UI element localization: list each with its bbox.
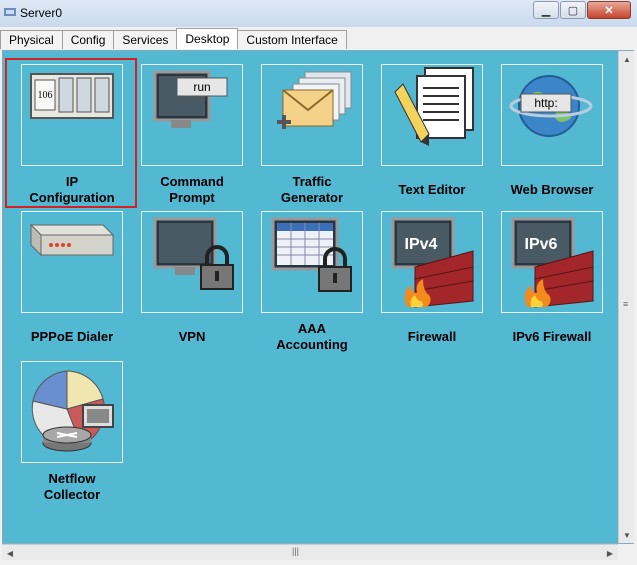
app-text-editor[interactable]: Text Editor <box>371 64 493 204</box>
app-label: VPN <box>178 329 206 344</box>
app-label-line1: Command <box>160 174 224 189</box>
app-label: Web Browser <box>510 182 594 197</box>
http-text: http: <box>534 96 557 110</box>
maximize-button[interactable]: ▢ <box>560 1 586 19</box>
desktop-panel: 106 IP Configuration run Command Prompt … <box>2 50 634 544</box>
tab-custom-interface[interactable]: Custom Interface <box>237 30 347 49</box>
firewall-icon: IPv4 <box>391 217 474 308</box>
app-traffic-generator[interactable]: Traffic Generator <box>251 64 373 205</box>
app-label-line2: Prompt <box>169 190 215 205</box>
traffic-generator-icon <box>277 71 352 129</box>
tab-config[interactable]: Config <box>61 30 115 49</box>
vertical-scrollbar[interactable]: ▲ ≡ ▼ <box>618 51 634 543</box>
app-aaa-accounting[interactable]: AAA Accounting <box>251 211 373 352</box>
title-bar: Server0 ▁ ▢ ✕ <box>0 0 637 27</box>
aaa-accounting-icon <box>271 217 352 292</box>
tab-desktop[interactable]: Desktop <box>176 28 239 49</box>
tab-services[interactable]: Services <box>113 30 178 49</box>
app-label-line2: Collector <box>43 487 101 502</box>
close-button[interactable]: ✕ <box>587 1 631 19</box>
netflow-collector-icon <box>31 370 114 452</box>
minimize-button[interactable]: ▁ <box>533 1 559 19</box>
app-netflow-collector[interactable]: Netflow Collector <box>11 361 133 502</box>
app-command-prompt[interactable]: run Command Prompt <box>131 64 253 205</box>
run-text: run <box>193 80 210 94</box>
ipv6-firewall-icon: IPv6 <box>511 217 594 308</box>
app-firewall[interactable]: IPv4 Firewall <box>371 211 493 351</box>
scroll-right-icon[interactable]: ▶ <box>602 545 618 561</box>
app-vpn[interactable]: VPN <box>131 211 253 351</box>
app-web-browser[interactable]: http: Web Browser <box>491 64 613 204</box>
firewall-badge: IPv4 <box>405 236 438 253</box>
hscroll-grip-icon: ||| <box>292 546 300 556</box>
ipv6-firewall-badge: IPv6 <box>525 236 558 253</box>
app-ipv6-firewall[interactable]: IPv6 IPv6 Firewall <box>491 211 613 351</box>
app-label-line2: Accounting <box>276 337 348 352</box>
tab-bar: Physical Config Services Desktop Custom … <box>0 28 347 50</box>
tab-physical[interactable]: Physical <box>0 30 63 49</box>
app-label: IPv6 Firewall <box>512 329 592 344</box>
scroll-down-icon[interactable]: ▼ <box>619 527 635 543</box>
app-label-line1: Netflow <box>48 471 96 486</box>
app-label: Text Editor <box>398 182 466 197</box>
pppoe-dialer-icon <box>29 223 115 257</box>
scroll-grip-icon: ≡ <box>623 299 629 309</box>
app-label-line1: AAA <box>297 321 327 336</box>
app-label: PPPoE Dialer <box>30 329 114 344</box>
app-pppoe-dialer[interactable]: PPPoE Dialer <box>11 211 133 351</box>
scroll-up-icon[interactable]: ▲ <box>619 51 635 67</box>
vpn-icon <box>153 217 234 290</box>
selection-highlight <box>5 58 137 208</box>
window-title: Server0 <box>20 6 63 20</box>
horizontal-scrollbar[interactable]: ◀ ||| ▶ <box>2 544 618 560</box>
scroll-left-icon[interactable]: ◀ <box>2 545 18 561</box>
app-label-line1: Traffic <box>292 174 332 189</box>
text-editor-icon <box>394 67 474 146</box>
server-app-icon <box>4 8 16 16</box>
command-prompt-icon: run <box>153 70 228 128</box>
app-label: Firewall <box>407 329 457 344</box>
web-browser-icon: http: <box>509 75 593 137</box>
app-label-line2: Generator <box>280 190 344 205</box>
